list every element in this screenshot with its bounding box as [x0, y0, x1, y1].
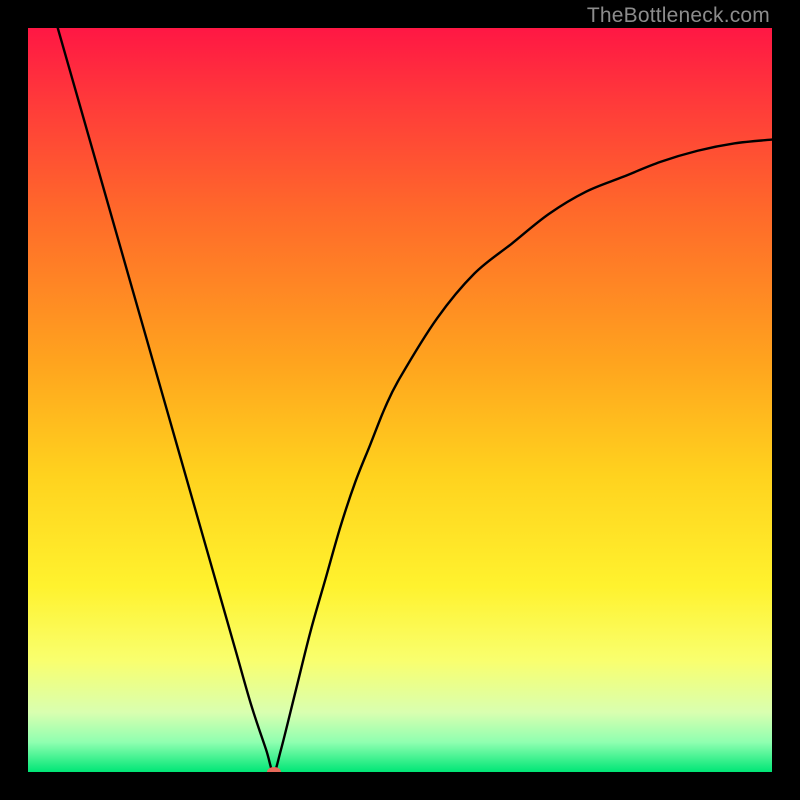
watermark-text: TheBottleneck.com: [587, 4, 770, 28]
plot-area: [28, 28, 772, 772]
bottleneck-curve: [58, 28, 772, 772]
chart-frame: TheBottleneck.com: [0, 0, 800, 800]
optimal-point-marker: [267, 767, 281, 772]
curve-layer: [28, 28, 772, 772]
